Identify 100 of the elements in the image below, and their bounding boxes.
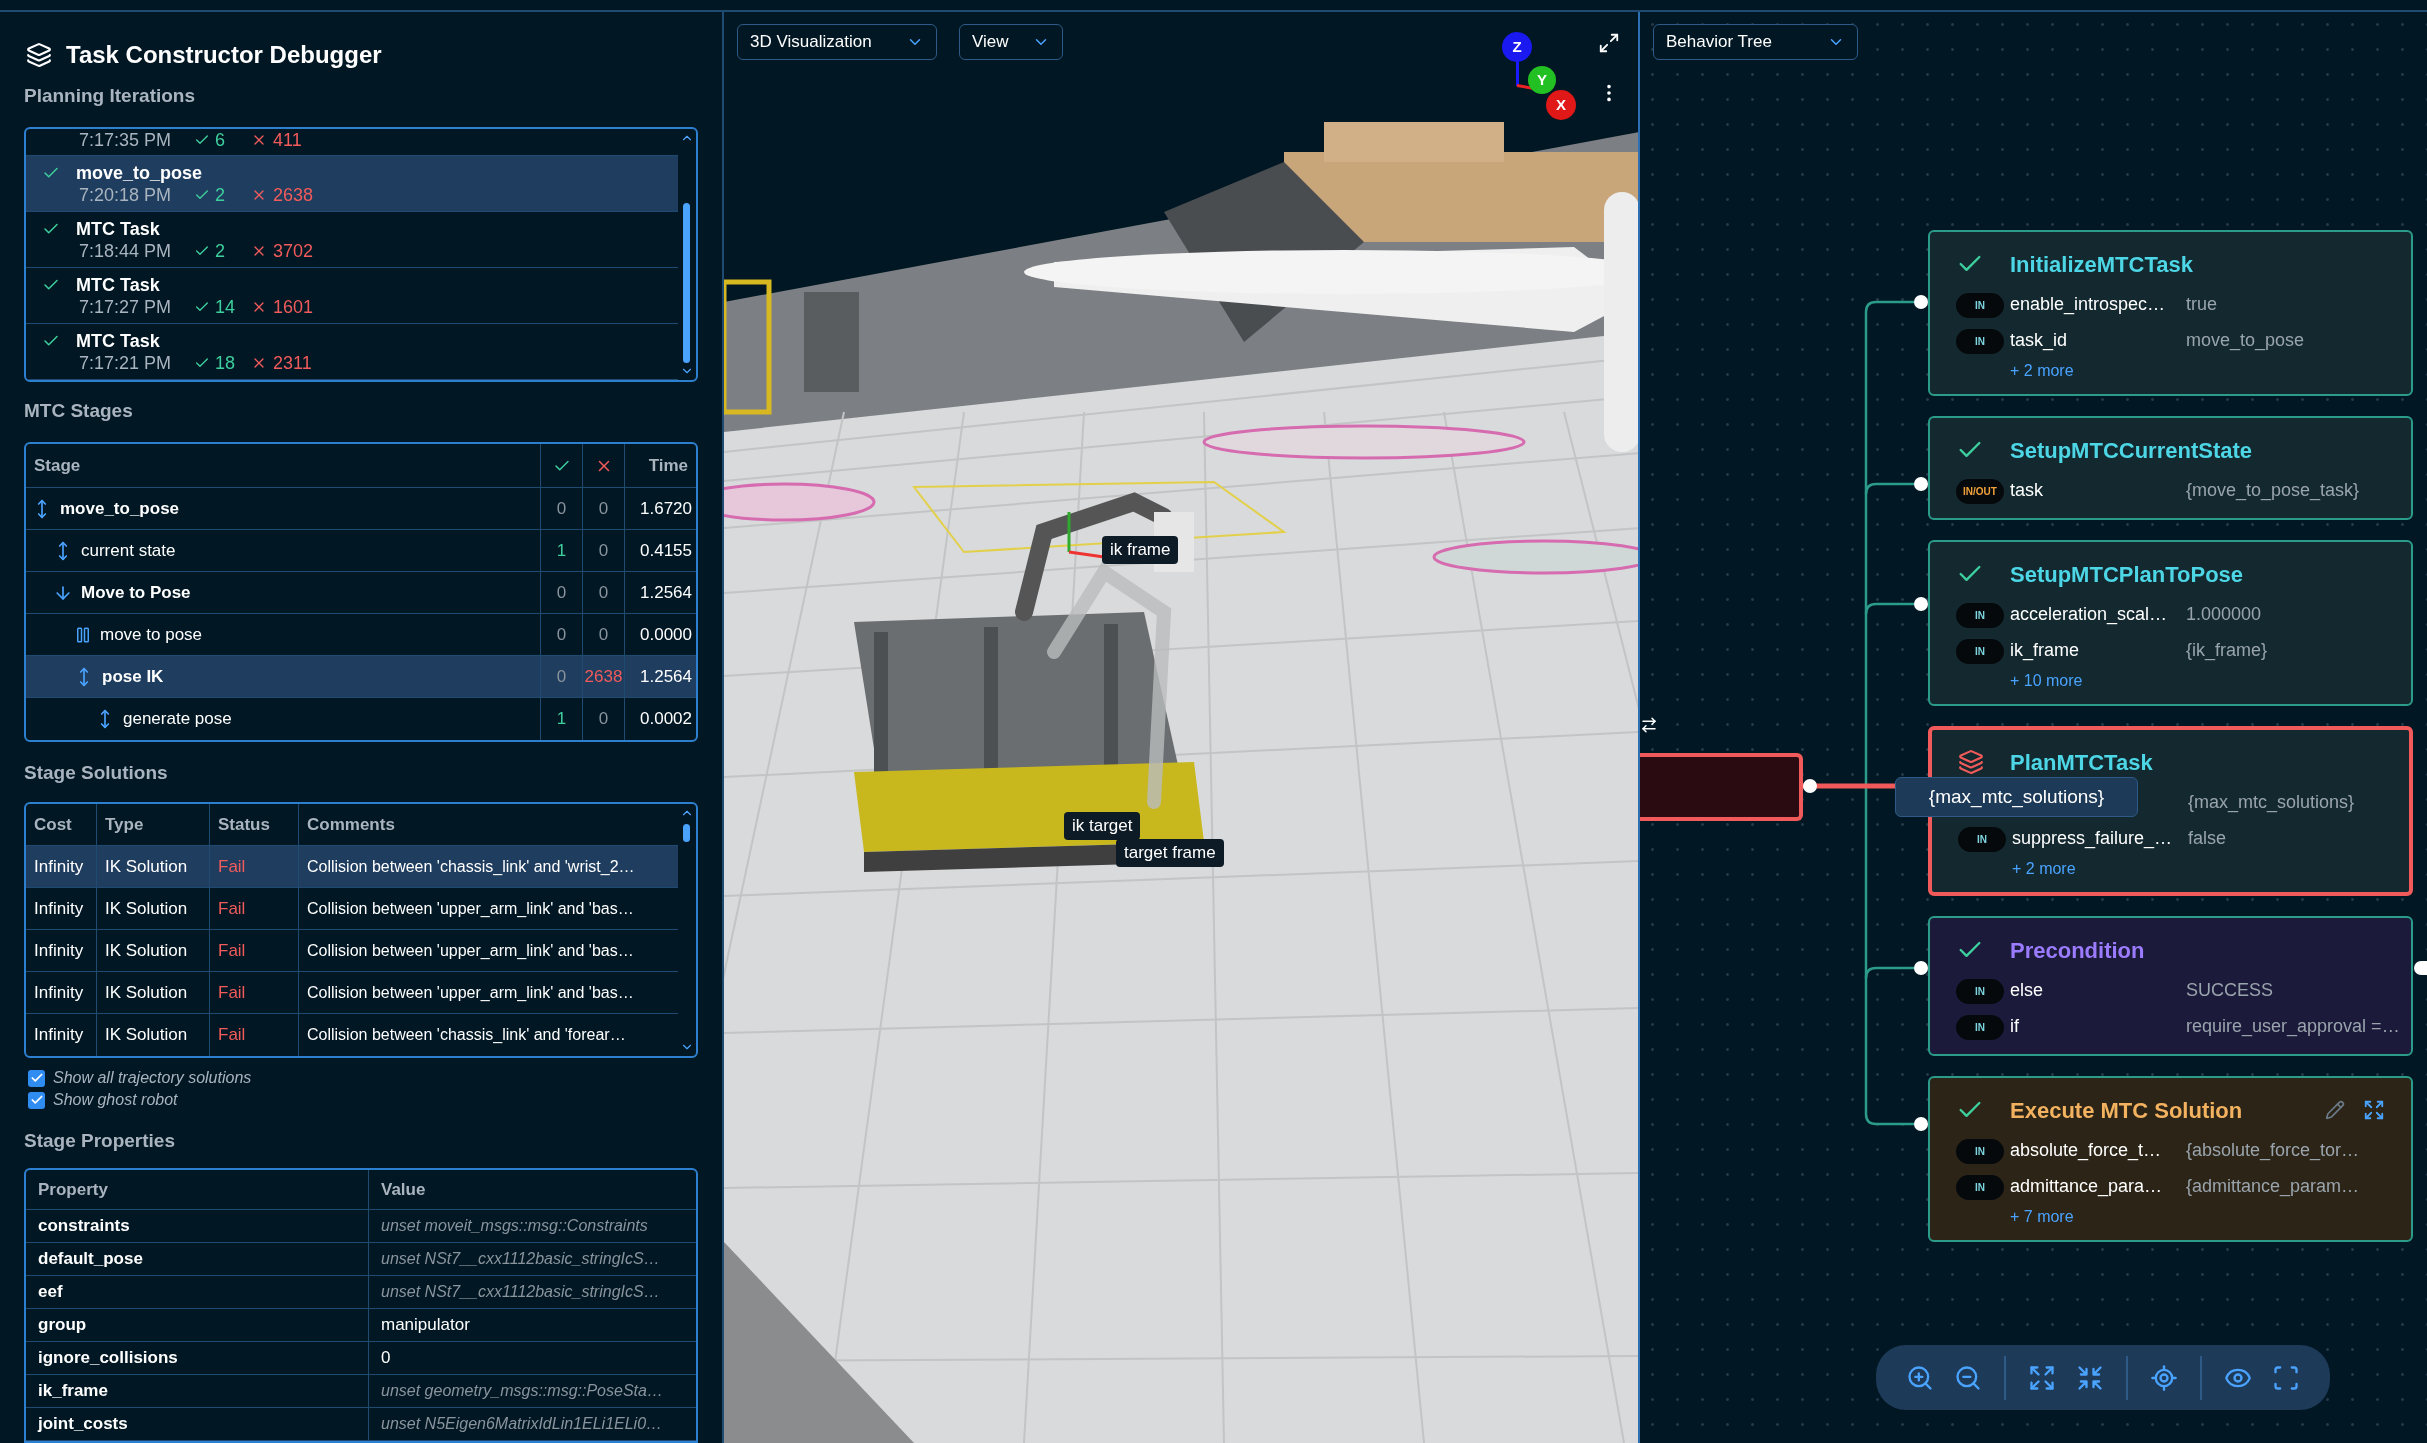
stage-name: current state bbox=[81, 539, 176, 562]
iteration-time: 7:18:44 PM bbox=[78, 240, 173, 263]
solution-row[interactable]: Infinity IK Solution Fail Collision between 'chassis_link' and 'forear… bbox=[26, 1014, 678, 1056]
column-header: Cost bbox=[34, 813, 72, 836]
property-value: unset N5Eigen6MatrixIdLin1ELi1ELi0… bbox=[381, 1414, 663, 1434]
section-heading: MTC Stages bbox=[24, 398, 133, 423]
scroll-thumb[interactable] bbox=[683, 824, 690, 842]
more-link[interactable]: + 2 more bbox=[2010, 359, 2074, 383]
collapse-icon bbox=[2076, 1363, 2104, 1392]
table-cell-text: 0 bbox=[556, 581, 567, 604]
table-cell-text: 2638 bbox=[584, 665, 623, 688]
failure-count: 2638 bbox=[273, 184, 314, 207]
failure-count: 411 bbox=[273, 129, 302, 151]
stage-row[interactable]: generate pose 1 0 0.0002 bbox=[26, 698, 696, 740]
stage-name: move to pose bbox=[100, 623, 203, 646]
port-value: true bbox=[2186, 292, 2218, 316]
port-value: false bbox=[2188, 826, 2227, 850]
table-cell-text: 1 bbox=[556, 539, 567, 562]
port-badge: IN bbox=[1956, 1015, 2004, 1040]
stage-row[interactable]: Move to Pose 0 0 1.2564 bbox=[26, 572, 696, 614]
solution-row[interactable]: Infinity IK Solution Fail Collision between 'chassis_link' and 'wrist_2… bbox=[26, 846, 678, 888]
tree-node[interactable]: InitializeMTCTask IN enable_introspec… true IN task_id move_to_pose + 2 more bbox=[1928, 230, 2413, 396]
checkbox[interactable] bbox=[28, 1069, 45, 1087]
port-value: {move_to_pose_task} bbox=[2186, 478, 2360, 503]
port-name: task bbox=[2010, 479, 2043, 500]
tree-node[interactable]: Execute MTC Solution IN absolute_force_t… {absolute_force_tor… IN admittance_para… {admittance_param… + 7 more bbox=[1928, 1076, 2413, 1242]
dropdown[interactable]: 3D Visualization bbox=[737, 24, 937, 60]
stage-row[interactable]: pose IK 0 2638 1.2564 bbox=[26, 656, 696, 698]
pause-icon bbox=[74, 625, 92, 644]
port-badge: IN bbox=[1956, 1139, 2004, 1164]
table-cell-text: 1 bbox=[556, 708, 567, 731]
iteration-name: move_to_pose bbox=[76, 162, 204, 185]
property-value: unset NSt7__cxx1112basic_stringIcS… bbox=[381, 1249, 660, 1269]
table-cell-text: 0 bbox=[556, 623, 567, 646]
more-link[interactable]: + 2 more bbox=[2012, 857, 2076, 881]
tree-node[interactable]: SetupMTCCurrentState IN/OUT task {move_to_pose_task} bbox=[1928, 416, 2413, 520]
success-count: 14 bbox=[215, 296, 237, 319]
stage-name: move_to_pose bbox=[60, 497, 180, 520]
iteration-item[interactable]: MTC Task 7:17:27 PM 14 1601 bbox=[26, 268, 678, 325]
table-cell-text: Collision between 'upper_arm_link' and 'bas… bbox=[307, 898, 634, 919]
table-cell-text: Collision between 'chassis_link' and 'wrist_2… bbox=[307, 856, 635, 877]
dropdown[interactable]: Behavior Tree bbox=[1653, 24, 1858, 60]
property-value: 0 bbox=[381, 1347, 391, 1370]
table-cell-text: 0 bbox=[598, 497, 609, 520]
stage-name: pose IK bbox=[102, 665, 164, 688]
port-badge: IN bbox=[1956, 603, 2004, 628]
scroll-thumb[interactable] bbox=[683, 203, 690, 363]
layers-icon bbox=[1958, 749, 1984, 775]
solution-row[interactable]: Infinity IK Solution Fail Collision between 'upper_arm_link' and 'bas… bbox=[26, 972, 678, 1014]
table-cell-text: Collision between 'upper_arm_link' and 'bas… bbox=[307, 982, 634, 1003]
tree-node[interactable]: Precondition IN else SUCCESS IN if require_user_approval =… bbox=[1928, 916, 2413, 1056]
edit-icon[interactable] bbox=[2325, 1100, 2345, 1120]
port-badge: IN bbox=[1956, 293, 2004, 318]
axis-gizmo[interactable]: Z Y X bbox=[1502, 32, 1580, 124]
column-header: Type bbox=[105, 813, 144, 836]
iteration-item[interactable]: MTC Task 7:17:21 PM 18 2311 bbox=[26, 324, 678, 380]
solution-row[interactable]: Infinity IK Solution Fail Collision between 'upper_arm_link' and 'bas… bbox=[26, 930, 678, 972]
expand-icon bbox=[2028, 1363, 2056, 1392]
node-title: PlanMTCTask bbox=[2010, 748, 2153, 777]
checkbox[interactable] bbox=[28, 1091, 45, 1109]
iteration-item[interactable]: move_to_pose 7:20:18 PM 2 2638 bbox=[26, 156, 678, 213]
collapsed-node[interactable] bbox=[1640, 753, 1803, 821]
property-value: unset geometry_msgs::msg::PoseSta… bbox=[381, 1381, 663, 1401]
status-text: Fail bbox=[218, 1024, 246, 1047]
expand-icon[interactable] bbox=[1598, 32, 1620, 54]
property-name: joint_costs bbox=[38, 1413, 128, 1436]
table-cell-text: IK Solution bbox=[105, 1024, 188, 1047]
table-cell-text: Infinity bbox=[34, 897, 84, 920]
tooltip: {max_mtc_solutions} bbox=[1895, 777, 2138, 817]
expand-icon[interactable] bbox=[2363, 1099, 2385, 1121]
table-cell-text: IK Solution bbox=[105, 939, 188, 962]
column-header: Stage bbox=[34, 454, 81, 477]
port-value: move_to_pose bbox=[2186, 328, 2305, 353]
more-link[interactable]: + 10 more bbox=[2010, 669, 2083, 693]
table-cell-text: Collision between 'chassis_link' and 'forear… bbox=[307, 1025, 626, 1045]
iteration-name: MTC Task bbox=[76, 330, 161, 353]
more-link[interactable]: + 7 more bbox=[2010, 1205, 2074, 1229]
table-cell-text: 0 bbox=[598, 539, 609, 562]
stage-row[interactable]: move_to_pose 0 0 1.6720 bbox=[26, 488, 696, 530]
iteration-time: 7:17:27 PM bbox=[78, 296, 173, 319]
section-heading: Stage Properties bbox=[24, 1128, 175, 1153]
table-cell-text: 1.6720 bbox=[640, 497, 692, 520]
node-title: SetupMTCCurrentState bbox=[2010, 436, 2252, 465]
dropdown[interactable]: View bbox=[959, 24, 1063, 60]
table-cell-text: Collision between 'upper_arm_link' and 'bas… bbox=[307, 940, 634, 961]
status-text: Fail bbox=[218, 981, 246, 1004]
property-name: constraints bbox=[38, 1215, 130, 1238]
stage-row[interactable]: current state 1 0 0.4155 bbox=[26, 530, 696, 572]
node-title: Precondition bbox=[2010, 936, 2145, 965]
zoom-out-icon bbox=[1954, 1363, 1982, 1392]
solution-row[interactable]: Infinity IK Solution Fail Collision between 'upper_arm_link' and 'bas… bbox=[26, 888, 678, 930]
port-name: suppress_failure_… bbox=[2012, 827, 2173, 848]
success-count: 6 bbox=[215, 129, 226, 151]
table-cell-text: 0.4155 bbox=[640, 539, 692, 562]
tree-node[interactable]: SetupMTCPlanToPose IN acceleration_scal… 1.000000 IN ik_frame {ik_frame} + 10 more bbox=[1928, 540, 2413, 706]
iteration-item[interactable]: MTC Task 7:18:44 PM 2 3702 bbox=[26, 212, 678, 269]
frame-label: ik target bbox=[1064, 812, 1141, 840]
checkbox-label: Show ghost robot bbox=[53, 1090, 178, 1110]
swap-icon[interactable] bbox=[1640, 716, 1658, 734]
property-name: ik_frame bbox=[38, 1380, 108, 1403]
